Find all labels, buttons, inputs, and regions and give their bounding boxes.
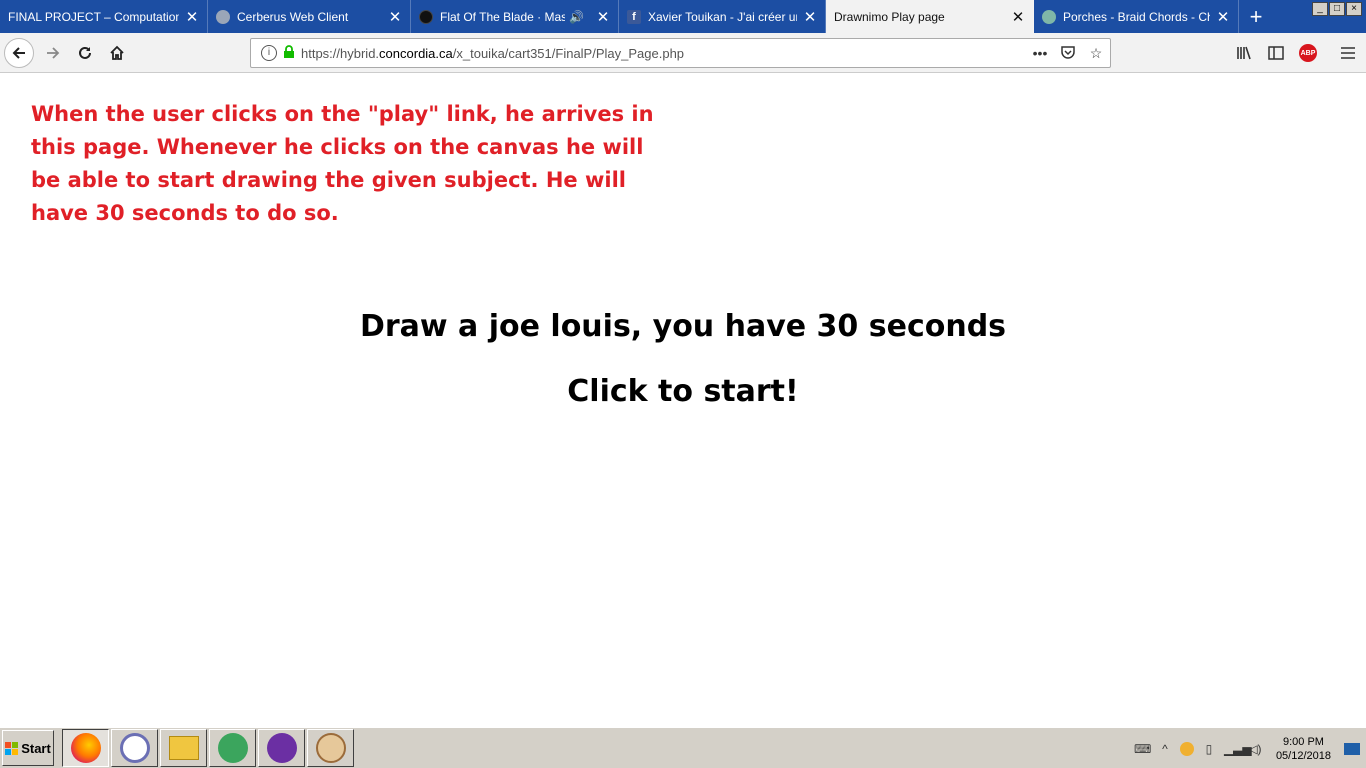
firefox-icon <box>70 733 101 763</box>
click-to-start-text[interactable]: Click to start! <box>0 374 1366 409</box>
page-content: When the user clicks on the "play" link,… <box>0 74 1366 724</box>
weather-icon[interactable] <box>1179 742 1194 756</box>
maximize-button[interactable]: □ <box>1329 2 1345 16</box>
close-icon[interactable]: ✕ <box>388 8 402 26</box>
new-tab-button[interactable]: + <box>1239 0 1273 33</box>
file-explorer-icon <box>168 736 199 760</box>
close-icon[interactable]: ✕ <box>803 8 817 26</box>
cerberus-icon <box>216 9 230 24</box>
adblock-plus-icon[interactable]: ABP <box>1294 38 1322 68</box>
back-button[interactable] <box>4 38 34 68</box>
close-icon[interactable]: ✕ <box>596 8 610 26</box>
tab-title: Flat Of The Blade · Massive <box>440 9 566 24</box>
paint-icon <box>315 733 346 763</box>
show-desktop-icon[interactable] <box>1344 743 1360 755</box>
bookmark-star-icon[interactable]: ☆ <box>1082 45 1110 62</box>
taskbar: Start ⌨ ^ ▯ ▁▃▅ ◁) 9:00 PM 05/12/2018 <box>0 726 1366 768</box>
minimize-button[interactable]: _ <box>1312 2 1328 16</box>
draw-prompt: Draw a joe louis, you have 30 seconds <box>359 309 1007 344</box>
clock[interactable]: 9:00 PM 05/12/2018 <box>1276 735 1331 763</box>
tab-final-project[interactable]: FINAL PROJECT – Computation Lab ✕ <box>0 0 208 33</box>
clock-time: 9:00 PM <box>1282 736 1324 748</box>
url-text[interactable]: https://hybrid.concordia.ca/x_touika/car… <box>301 46 1026 61</box>
sidebar-icon[interactable] <box>1262 38 1290 68</box>
forward-arrow-icon <box>47 47 60 59</box>
windows-logo-icon <box>5 741 19 755</box>
tab-strip: FINAL PROJECT – Computation Lab ✕ Cerber… <box>0 0 1366 33</box>
close-icon[interactable]: ✕ <box>1011 8 1025 26</box>
speaker-icon[interactable]: 🔊 <box>569 10 584 24</box>
reload-button[interactable] <box>70 38 100 68</box>
close-window-button[interactable]: × <box>1346 2 1362 16</box>
taskbar-app-firefox[interactable] <box>62 729 109 767</box>
start-label: Start <box>21 740 51 756</box>
chords-icon <box>1042 9 1056 24</box>
tab-cerberus[interactable]: Cerberus Web Client ✕ <box>208 0 411 33</box>
lock-icon[interactable] <box>283 45 295 61</box>
gitkraken-icon <box>266 733 297 763</box>
reload-icon <box>79 46 91 59</box>
taskbar-app-paint[interactable] <box>307 729 354 767</box>
tab-title: FINAL PROJECT – Computation Lab <box>8 9 179 24</box>
menu-icon[interactable] <box>1334 38 1362 68</box>
annotation-note: When the user clicks on the "play" link,… <box>31 102 654 225</box>
tab-spotify[interactable]: Flat Of The Blade · Massive 🔊 ✕ <box>411 0 619 33</box>
bittorrent-icon <box>119 733 150 763</box>
volume-icon[interactable]: ◁) <box>1247 742 1263 756</box>
network-icon[interactable]: ▁▃▅ <box>1224 742 1252 756</box>
close-icon[interactable]: ✕ <box>1216 8 1230 26</box>
back-arrow-icon <box>12 47 25 59</box>
home-button[interactable] <box>102 38 132 68</box>
show-hidden-icons-icon[interactable]: ^ <box>1157 742 1173 756</box>
tab-title: Porches - Braid Chords - Chord <box>1063 9 1210 24</box>
tab-chords[interactable]: Porches - Braid Chords - Chord ✕ <box>1034 0 1239 33</box>
info-icon[interactable]: i <box>261 45 277 61</box>
navigation-toolbar: i https://hybrid.concordia.ca/x_touika/c… <box>0 33 1366 73</box>
tab-title: Xavier Touikan - J'ai créer un s <box>648 9 797 24</box>
address-bar[interactable]: i https://hybrid.concordia.ca/x_touika/c… <box>250 38 1111 68</box>
window-controls: _ □ × <box>1312 2 1362 16</box>
tab-title: Drawnimo Play page <box>834 9 945 24</box>
facebook-icon: f <box>627 9 641 24</box>
home-icon <box>110 45 124 60</box>
library-icon[interactable] <box>1230 38 1258 68</box>
clock-date: 05/12/2018 <box>1275 750 1331 762</box>
taskbar-app-file-explorer[interactable] <box>160 729 207 767</box>
pocket-icon[interactable] <box>1054 45 1082 62</box>
taskbar-app-gitkraken[interactable] <box>258 729 305 767</box>
taskbar-app-atom[interactable] <box>209 729 256 767</box>
system-tray: ⌨ ^ ▯ ▁▃▅ ◁) 9:00 PM 05/12/2018 <box>1134 730 1366 768</box>
page-actions-icon[interactable]: ••• <box>1026 45 1054 61</box>
tab-facebook[interactable]: f Xavier Touikan - J'ai créer un s ✕ <box>619 0 826 33</box>
keyboard-icon[interactable]: ⌨ <box>1134 742 1151 756</box>
start-button[interactable]: Start <box>2 730 54 766</box>
forward-button[interactable] <box>38 38 68 68</box>
usb-icon[interactable]: ▯ <box>1201 742 1217 756</box>
atom-icon <box>217 733 248 763</box>
close-icon[interactable]: ✕ <box>185 8 199 26</box>
taskbar-app-bittorrent[interactable] <box>111 729 158 767</box>
tab-drawnimo[interactable]: Drawnimo Play page ✕ <box>826 0 1034 33</box>
spotify-icon <box>419 9 433 24</box>
tab-title: Cerberus Web Client <box>237 9 349 24</box>
